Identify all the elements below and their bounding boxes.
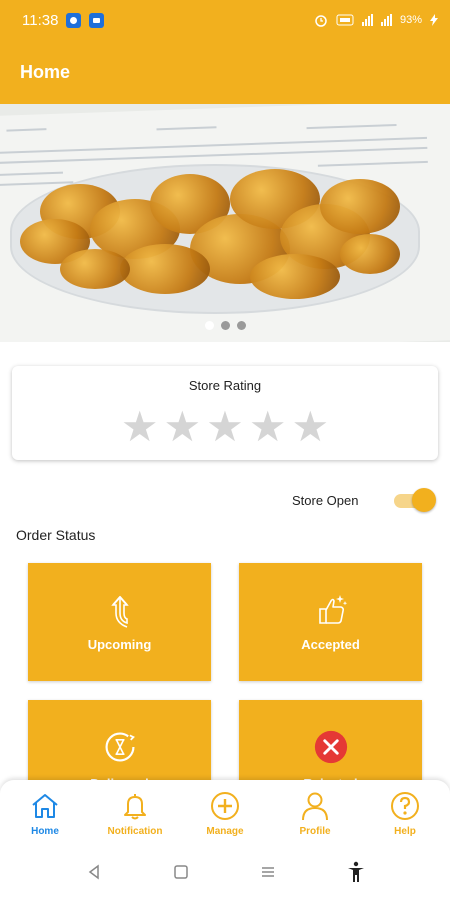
star-icon: ★ — [163, 403, 202, 450]
nav-notification[interactable]: Notification — [95, 790, 175, 837]
battery-charging-icon — [430, 14, 438, 26]
app-notification-icon — [66, 12, 82, 28]
rejected-x-icon — [314, 730, 347, 764]
accepted-tile[interactable]: Accepted — [239, 563, 422, 681]
battery-percent: 93% — [399, 14, 422, 26]
upcoming-arrow-icon — [110, 595, 129, 628]
status-time: 11:38 — [22, 11, 59, 29]
status-bar: 11:38 93% — [0, 0, 450, 40]
bottom-nav: Home Notification Manage Profile Help — [0, 780, 450, 844]
help-icon — [391, 792, 419, 820]
upcoming-label: Upcoming — [87, 637, 152, 652]
plus-circle-icon — [211, 792, 239, 820]
nav-home-label: Home — [31, 826, 59, 837]
status-right: 93% — [314, 13, 438, 27]
back-icon[interactable] — [85, 863, 103, 881]
system-nav-bar — [0, 844, 450, 900]
home-button-icon[interactable] — [172, 863, 190, 881]
app-bar: Home — [0, 40, 450, 104]
alarm-icon — [315, 15, 327, 27]
accepted-label: Accepted — [301, 637, 360, 652]
toggle-knob — [412, 488, 436, 512]
carousel-dot[interactable] — [236, 321, 246, 330]
store-open-row: Store Open — [292, 488, 442, 512]
signal-icon — [380, 14, 392, 26]
star-icon: ★ — [291, 403, 330, 450]
volte-icon — [336, 14, 354, 26]
nav-profile-label: Profile — [299, 826, 331, 837]
accessibility-icon[interactable] — [346, 861, 366, 883]
recents-icon[interactable] — [259, 863, 277, 881]
nav-help-label: Help — [394, 826, 416, 837]
order-status-title: Order Status — [16, 527, 96, 543]
nav-home[interactable]: Home — [5, 790, 85, 837]
store-open-label: Store Open — [292, 492, 359, 508]
store-rating-card: Store Rating ★ ★ ★ ★ ★ — [12, 366, 438, 460]
network-icon — [361, 14, 373, 26]
page-title: Home — [20, 61, 71, 82]
rating-stars: ★ ★ ★ ★ ★ — [12, 406, 438, 448]
nav-manage-label: Manage — [206, 826, 244, 837]
nav-profile[interactable]: Profile — [275, 790, 355, 837]
store-open-toggle[interactable] — [394, 488, 436, 512]
bell-icon — [124, 794, 146, 820]
user-icon — [302, 792, 328, 821]
carousel-dot[interactable] — [204, 321, 214, 330]
home-icon — [32, 794, 58, 818]
nav-manage[interactable]: Manage — [185, 790, 265, 837]
nav-help[interactable]: Help — [365, 790, 445, 837]
app-notification-icon — [89, 12, 105, 28]
star-icon: ★ — [248, 403, 287, 450]
delivered-hourglass-icon — [105, 732, 135, 762]
carousel-dot[interactable] — [220, 321, 230, 330]
nav-notification-label: Notification — [107, 826, 163, 837]
star-icon: ★ — [120, 403, 159, 450]
star-icon: ★ — [206, 403, 244, 450]
thumbs-up-icon — [318, 595, 347, 624]
banner-carousel[interactable] — [0, 104, 450, 342]
status-left: 11:38 — [22, 11, 105, 29]
upcoming-tile[interactable]: Upcoming — [28, 563, 211, 681]
carousel-dots — [0, 321, 450, 330]
store-rating-title: Store Rating — [188, 378, 262, 393]
